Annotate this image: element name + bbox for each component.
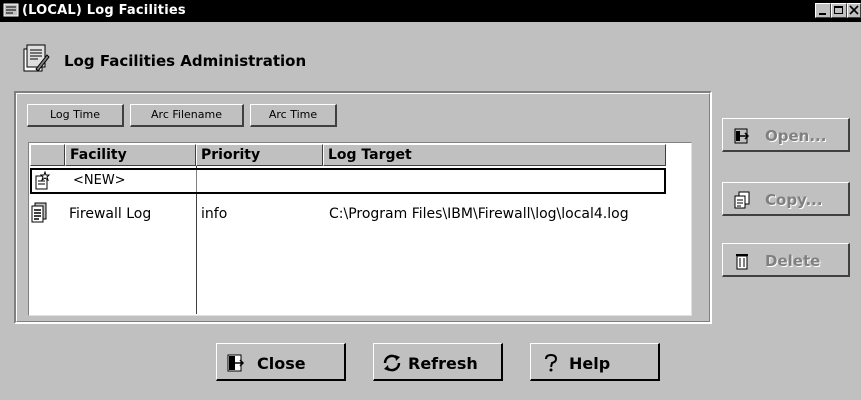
help-icon xyxy=(545,353,558,372)
help-label: Help xyxy=(569,354,611,373)
priority-cell: info xyxy=(201,206,228,222)
log-time-button[interactable]: Log Time xyxy=(27,104,124,127)
delete-button[interactable]: Delete xyxy=(722,243,850,277)
facility-cell: Firewall Log xyxy=(69,206,152,222)
arc-time-button[interactable]: Arc Time xyxy=(250,104,337,127)
column-header-log-target[interactable]: Log Target xyxy=(323,144,666,166)
delete-label: Delete xyxy=(765,252,821,270)
copy-button[interactable]: Copy... xyxy=(722,182,850,216)
copy-icon xyxy=(734,191,750,209)
column-header-priority[interactable]: Priority xyxy=(196,144,323,166)
help-button[interactable]: Help xyxy=(530,343,660,381)
close-icon xyxy=(849,5,859,15)
close-label: Close xyxy=(257,354,306,373)
maximize-icon xyxy=(834,6,843,14)
maximize-button[interactable] xyxy=(831,3,847,18)
open-button[interactable]: Open... xyxy=(722,118,850,152)
new-row-label: <NEW> xyxy=(73,173,126,188)
page-title: Log Facilities Administration xyxy=(64,52,307,70)
copy-label: Copy... xyxy=(765,191,823,209)
open-label: Open... xyxy=(765,127,827,145)
refresh-button[interactable]: Refresh xyxy=(373,343,503,381)
column-header-facility[interactable]: Facility xyxy=(65,144,196,166)
minimize-icon xyxy=(819,13,826,15)
close-window-button[interactable] xyxy=(847,3,861,18)
new-entry-icon xyxy=(35,171,51,190)
app-icon xyxy=(3,3,19,17)
refresh-icon xyxy=(383,354,401,372)
window-title: (LOCAL) Log Facilities xyxy=(22,3,186,18)
log-facilities-icon xyxy=(23,44,50,72)
minimize-button[interactable] xyxy=(815,3,831,18)
column-header-icon[interactable] xyxy=(30,144,65,166)
trash-icon xyxy=(736,254,748,270)
arc-filename-button[interactable]: Arc Filename xyxy=(130,104,244,127)
column-divider xyxy=(196,170,197,192)
table-row-new[interactable]: <NEW> xyxy=(30,168,666,194)
close-door-icon xyxy=(227,354,245,372)
window-titlebar[interactable]: (LOCAL) Log Facilities xyxy=(0,0,861,22)
close-button[interactable]: Close xyxy=(216,343,346,381)
refresh-label: Refresh xyxy=(408,354,478,373)
log-file-icon xyxy=(31,202,47,223)
log-target-cell: C:\Program Files\IBM\Firewall\log\local4… xyxy=(329,206,629,222)
open-icon xyxy=(734,128,750,144)
